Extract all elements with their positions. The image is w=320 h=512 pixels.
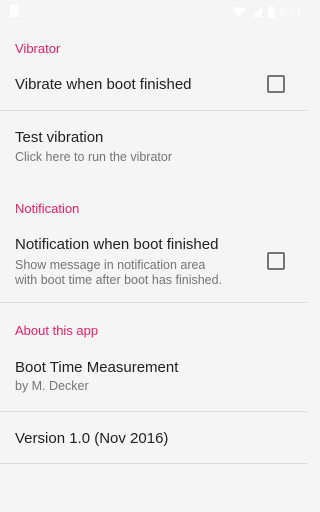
wifi-icon [232,7,246,17]
divider [0,463,307,464]
notification-icon [10,5,19,17]
section-header-about: About this app [15,323,99,338]
pref-version-title: Version 1.0 (Nov 2016) [15,430,169,447]
signal-icon [251,7,262,17]
pref-vibrate-when-boot-title: Vibrate when boot finished [15,76,192,93]
pref-notification-when-boot-title: Notification when boot finished [15,236,219,253]
section-header-vibrator: Vibrator [15,41,61,56]
notification-when-boot-checkbox[interactable] [267,252,285,270]
battery-icon [267,6,275,18]
vibrate-when-boot-checkbox[interactable] [267,75,285,93]
pref-notification-summary-line2: with boot time after boot has finished. [15,273,223,287]
status-bar: 8:24 [0,0,307,24]
divider [0,411,307,412]
pref-app-name-title: Boot Time Measurement [15,359,179,376]
status-time: 8:24 [279,6,301,18]
pref-test-vibration-title: Test vibration [15,129,104,146]
pref-notification-summary-line1: Show message in notification area [15,258,206,272]
pref-test-vibration-summary: Click here to run the vibrator [15,150,173,164]
status-icons: 8:24 [232,4,301,20]
divider [0,110,307,111]
divider [0,302,307,303]
section-header-notification: Notification [15,201,80,216]
pref-app-name-summary: by M. Decker [15,379,89,393]
